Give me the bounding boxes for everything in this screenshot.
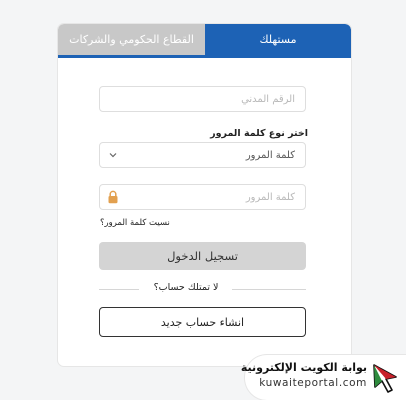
divider-right [232, 289, 306, 290]
cursor-logo-icon [373, 364, 397, 393]
password-type-select[interactable]: كلمة المرور [99, 142, 306, 168]
logo-arabic-text: بوابة الكويت الإلكترونية [240, 361, 367, 374]
password-type-label: اختر نوع كلمة المرور [210, 128, 308, 139]
tab-government-companies[interactable]: القطاع الحكومي والشركات [58, 24, 205, 55]
kuwait-portal-logo: بوابة الكويت الإلكترونية kuwaiteportal.c… [241, 355, 406, 400]
forgot-password-link[interactable]: نسيت كلمة المرور؟ [100, 218, 170, 228]
lock-icon [108, 190, 118, 204]
tab-underline [58, 55, 351, 58]
logo-english-text: kuwaiteportal.com [259, 377, 367, 389]
divider-left [99, 289, 139, 290]
civil-id-placeholder: الرقم المدني [241, 93, 295, 105]
password-type-value: كلمة المرور [245, 149, 295, 161]
create-account-button[interactable]: انشاء حساب جديد [99, 307, 306, 337]
password-placeholder: كلمة المرور [245, 191, 295, 203]
civil-id-input[interactable]: الرقم المدني [99, 86, 306, 112]
chevron-down-icon [109, 153, 117, 158]
login-button[interactable]: تسجيل الدخول [99, 242, 306, 270]
tab-consumer[interactable]: مستهلك [205, 24, 351, 55]
login-card: القطاع الحكومي والشركات مستهلك الرقم الم… [58, 24, 351, 366]
password-input[interactable]: كلمة المرور [99, 184, 306, 210]
login-tabs: القطاع الحكومي والشركات مستهلك [58, 24, 351, 55]
no-account-text: لا تمتلك حساب؟ [153, 282, 219, 293]
